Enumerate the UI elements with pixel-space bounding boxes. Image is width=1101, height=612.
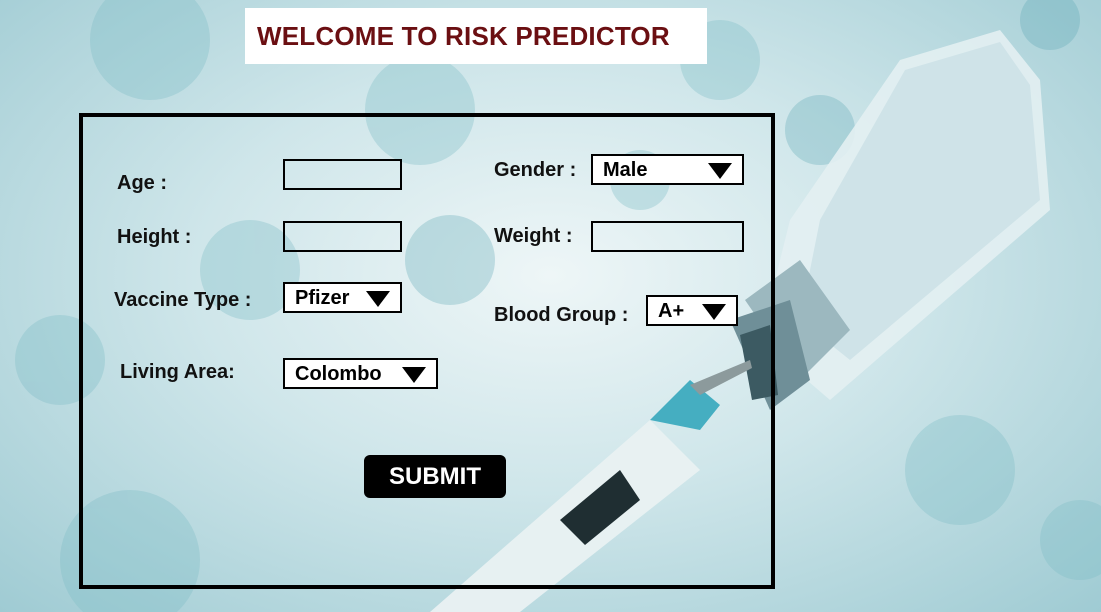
chevron-down-icon bbox=[702, 304, 726, 320]
living-area-label: Living Area: bbox=[120, 361, 235, 383]
page-title-banner: WELCOME TO RISK PREDICTOR bbox=[245, 8, 707, 64]
gender-value: Male bbox=[603, 159, 648, 181]
chevron-down-icon bbox=[402, 367, 426, 383]
vaccine-type-value: Pfizer bbox=[295, 287, 350, 309]
gender-select[interactable]: Male bbox=[591, 154, 744, 185]
height-input[interactable] bbox=[283, 221, 402, 252]
chevron-down-icon bbox=[708, 163, 732, 179]
living-area-value: Colombo bbox=[295, 363, 382, 385]
height-label: Height : bbox=[117, 226, 192, 248]
chevron-down-icon bbox=[366, 291, 390, 307]
age-label: Age : bbox=[117, 172, 167, 194]
gender-label: Gender : bbox=[494, 159, 577, 181]
weight-input[interactable] bbox=[591, 221, 744, 252]
blood-group-select[interactable]: A+ bbox=[646, 295, 738, 326]
living-area-select[interactable]: Colombo bbox=[283, 358, 438, 389]
weight-label: Weight : bbox=[494, 225, 573, 247]
blood-group-label: Blood Group : bbox=[494, 304, 629, 326]
vaccine-type-select[interactable]: Pfizer bbox=[283, 282, 402, 313]
age-input[interactable] bbox=[283, 159, 402, 190]
vaccine-type-label: Vaccine Type : bbox=[114, 289, 252, 311]
blood-group-value: A+ bbox=[658, 300, 685, 322]
submit-button[interactable]: SUBMIT bbox=[364, 455, 506, 498]
page-title: WELCOME TO RISK PREDICTOR bbox=[257, 21, 670, 51]
